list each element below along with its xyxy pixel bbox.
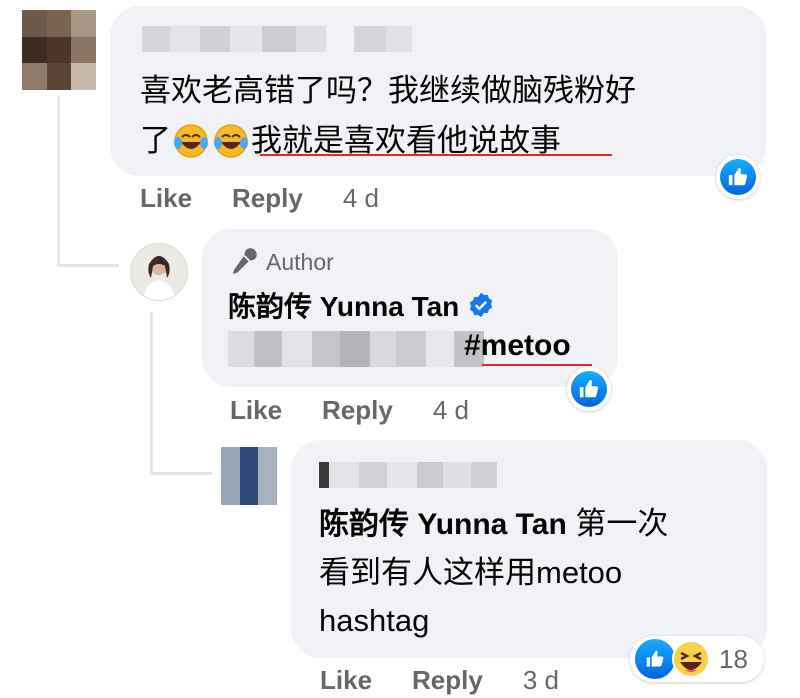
commenter-name[interactable]: 陈韵传 Yunna Tan bbox=[228, 285, 459, 325]
commenter-name-redacted bbox=[319, 462, 497, 488]
comment-actions: Like Reply 4 d bbox=[230, 392, 469, 428]
author-badge: Author bbox=[228, 247, 334, 277]
comment-actions: Like Reply 4 d bbox=[140, 180, 379, 216]
author-label: Author bbox=[266, 248, 334, 275]
reaction-summary[interactable]: 18 bbox=[630, 636, 764, 682]
comment-line: 了 我就是喜欢看他说故事 bbox=[140, 116, 636, 166]
comment-fragment: 第一次 bbox=[566, 506, 669, 541]
comment-text: 喜欢老高错了吗？我继续做脑残粉好 了 我就是喜欢看他说故事 bbox=[140, 66, 636, 166]
comment-line: hashtag bbox=[319, 603, 430, 638]
like-button[interactable]: Like bbox=[230, 395, 282, 426]
comment-line: 陈韵传 Yunna Tan 第一次 bbox=[319, 500, 668, 549]
highlight-underline bbox=[260, 154, 612, 156]
avatar[interactable] bbox=[22, 10, 96, 90]
comment-bubble: 喜欢老高错了吗？我继续做脑残粉好 了 我就是喜欢看他说故事 bbox=[110, 6, 766, 176]
comment-text: 陈韵传 Yunna Tan 第一次 看到有人这样用metoo hashtag bbox=[319, 500, 668, 645]
hashtag-link[interactable]: #metoo bbox=[464, 329, 571, 363]
mentioned-name[interactable]: 陈韵传 Yunna Tan bbox=[319, 508, 567, 541]
comment-bubble: 陈韵传 Yunna Tan 第一次 看到有人这样用metoo hashtag bbox=[291, 440, 767, 658]
timestamp[interactable]: 3 d bbox=[523, 665, 559, 696]
author-comment-bubble: Author 陈韵传 Yunna Tan #metoo bbox=[202, 229, 618, 387]
avatar[interactable] bbox=[221, 447, 277, 505]
reaction-count: 18 bbox=[719, 643, 748, 674]
like-reaction-badge[interactable] bbox=[716, 155, 760, 199]
reply-button[interactable]: Reply bbox=[322, 395, 393, 426]
verified-icon bbox=[470, 292, 493, 318]
highlight-underline bbox=[482, 364, 592, 366]
laughing-crying-emoji bbox=[173, 123, 209, 159]
thread-connector bbox=[150, 472, 212, 475]
comment-line: 看到有人这样用metoo bbox=[319, 555, 623, 590]
comment-line: 喜欢老高错了吗？我继续做脑残粉好 bbox=[140, 73, 636, 108]
microphone-icon bbox=[233, 248, 257, 274]
timestamp[interactable]: 4 d bbox=[343, 183, 379, 214]
commenter-name-row: 陈韵传 Yunna Tan bbox=[228, 285, 495, 325]
avatar[interactable] bbox=[130, 243, 188, 301]
comment-text-redacted bbox=[228, 331, 484, 367]
reply-button[interactable]: Reply bbox=[232, 183, 303, 214]
thread-connector bbox=[57, 96, 60, 266]
comment-fragment: 了 bbox=[140, 123, 171, 158]
reply-button[interactable]: Reply bbox=[412, 665, 483, 696]
commenter-name-redacted bbox=[142, 26, 412, 52]
like-button[interactable]: Like bbox=[140, 183, 192, 214]
like-reaction-badge[interactable] bbox=[567, 367, 611, 411]
haha-icon bbox=[671, 639, 711, 679]
thread-connector bbox=[57, 264, 119, 267]
like-button[interactable]: Like bbox=[320, 665, 372, 696]
thread-connector bbox=[150, 312, 153, 474]
comment-actions: Like Reply 3 d bbox=[320, 662, 559, 698]
comment-fragment: 我就是喜欢看他说故事 bbox=[251, 123, 561, 158]
like-icon bbox=[579, 379, 599, 398]
like-icon bbox=[728, 167, 748, 186]
laughing-crying-emoji bbox=[213, 123, 249, 159]
timestamp[interactable]: 4 d bbox=[433, 395, 469, 426]
